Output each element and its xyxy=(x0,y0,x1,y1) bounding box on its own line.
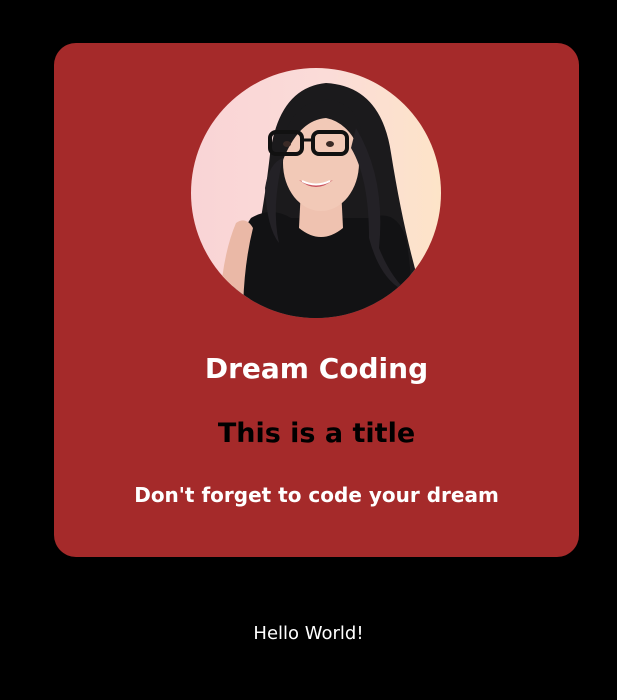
profile-card: Dream Coding This is a title Don't forge… xyxy=(54,43,579,557)
footer-text: Hello World! xyxy=(253,623,364,644)
card-subtitle: Don't forget to code your dream xyxy=(134,483,499,507)
page: Dream Coding This is a title Don't forge… xyxy=(0,0,617,700)
profile-photo-icon xyxy=(191,68,441,318)
card-title: This is a title xyxy=(217,418,416,449)
avatar xyxy=(191,68,441,318)
profile-name: Dream Coding xyxy=(204,352,429,385)
